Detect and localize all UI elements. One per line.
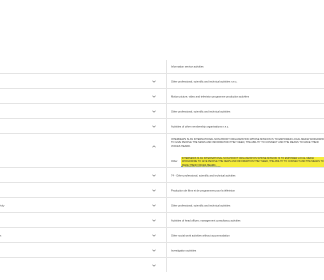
chevron-down-icon[interactable]: [150, 247, 158, 255]
chevron-down-icon[interactable]: [150, 123, 158, 131]
chevron-down-icon[interactable]: [150, 261, 158, 269]
row-left-cell: [0, 104, 162, 119]
row-value-cell: Other professional, scientific and techn…: [166, 74, 324, 89]
row-left-label: ivity: [0, 204, 5, 207]
chevron-down-icon[interactable]: [150, 202, 158, 210]
row-left-cell: [0, 243, 162, 258]
row-left-label: s: [0, 234, 2, 237]
page-header-blank: [0, 0, 324, 60]
classification-row: Motion picture, video and television pro…: [0, 89, 324, 104]
row-value-cell: Other social work activities without acc…: [166, 228, 324, 243]
row-left-cell: [0, 89, 162, 104]
row-value-cell: Investigation activities: [166, 243, 324, 258]
row-value: Information service activities: [171, 65, 204, 69]
expanded-classification-row: INTERNEWS IS AN INTERNATIONAL NON-PROFIT…: [0, 134, 324, 169]
row-value-cell: Activities of head offices; management c…: [166, 213, 324, 228]
row-left-cell: [0, 168, 162, 183]
row-value-cell: 74 - Other professional, scientific and …: [166, 168, 324, 183]
row-left-cell: s: [0, 228, 162, 243]
chevron-down-icon[interactable]: [150, 108, 158, 116]
row-left-cell: [0, 183, 162, 198]
classification-row: Activities of head offices; management c…: [0, 213, 324, 228]
classification-row: s Other social work activities without a…: [0, 228, 324, 243]
row-left-cell: [0, 60, 162, 74]
row-value: Activities of other membership organisat…: [171, 125, 229, 128]
row-value-cell: [166, 258, 324, 272]
classification-row: Other professional, scientific and techn…: [0, 74, 324, 89]
row-value-cell: Other professional, scientific and techn…: [166, 104, 324, 119]
row-value: Other professional, scientific and techn…: [171, 80, 238, 83]
row-left-cell: [0, 74, 162, 89]
chevron-down-icon[interactable]: [150, 217, 158, 225]
row-value: Other social work activities without acc…: [171, 234, 230, 237]
row-left-cell: ivity: [0, 198, 162, 213]
row-value-cell: Production de films et de programmes pou…: [166, 183, 324, 198]
classification-row: Information service activities: [0, 60, 324, 74]
row-left-cell: [0, 258, 162, 272]
chevron-down-icon[interactable]: [150, 172, 158, 180]
classification-row: Other professional, scientific and techn…: [0, 104, 324, 119]
classification-row: Production de films et de programmes pou…: [0, 183, 324, 198]
row-left-cell: [0, 134, 162, 168]
classification-row: Investigation activities: [0, 243, 324, 258]
row-value: Investigation activities: [171, 249, 197, 252]
chevron-down-icon[interactable]: [150, 78, 158, 86]
row-value: Motion picture, video and television pro…: [171, 95, 249, 98]
row-value: Production de films et de programmes pou…: [171, 189, 236, 192]
row-value-cell: Activities of other membership organisat…: [166, 119, 324, 134]
row-value: Other professional, scientific and techn…: [171, 110, 231, 113]
chevron-down-icon[interactable]: [150, 232, 158, 240]
row-value-cell: Other professional, scientific and techn…: [166, 198, 324, 213]
expanded-detail-cell: INTERNEWS IS AN INTERNATIONAL NON-PROFIT…: [166, 134, 324, 169]
row-left-cell: [0, 213, 162, 228]
chevron-down-icon[interactable]: [150, 187, 158, 195]
row-left-cell: [0, 119, 162, 134]
classification-row: ivity Other professional, scientific and…: [0, 198, 324, 213]
row-value-cell: Information service activities: [166, 60, 324, 74]
chevron-up-icon[interactable]: [150, 142, 158, 150]
mission-statement: INTERNEWS IS AN INTERNATIONAL NON-PROFIT…: [171, 138, 324, 148]
classification-row: 74 - Other professional, scientific and …: [0, 168, 324, 183]
chevron-down-icon[interactable]: [150, 93, 158, 101]
row-value-cell: Motion picture, video and television pro…: [166, 89, 324, 104]
source-type-label: Other: [171, 160, 178, 163]
classification-row: Activities of other membership organisat…: [0, 119, 324, 134]
classification-row: [0, 258, 324, 272]
row-value: 74 - Other professional, scientific and …: [171, 174, 236, 177]
row-value: Activities of head offices; management c…: [171, 219, 241, 222]
row-value: Other professional, scientific and techn…: [171, 204, 231, 207]
